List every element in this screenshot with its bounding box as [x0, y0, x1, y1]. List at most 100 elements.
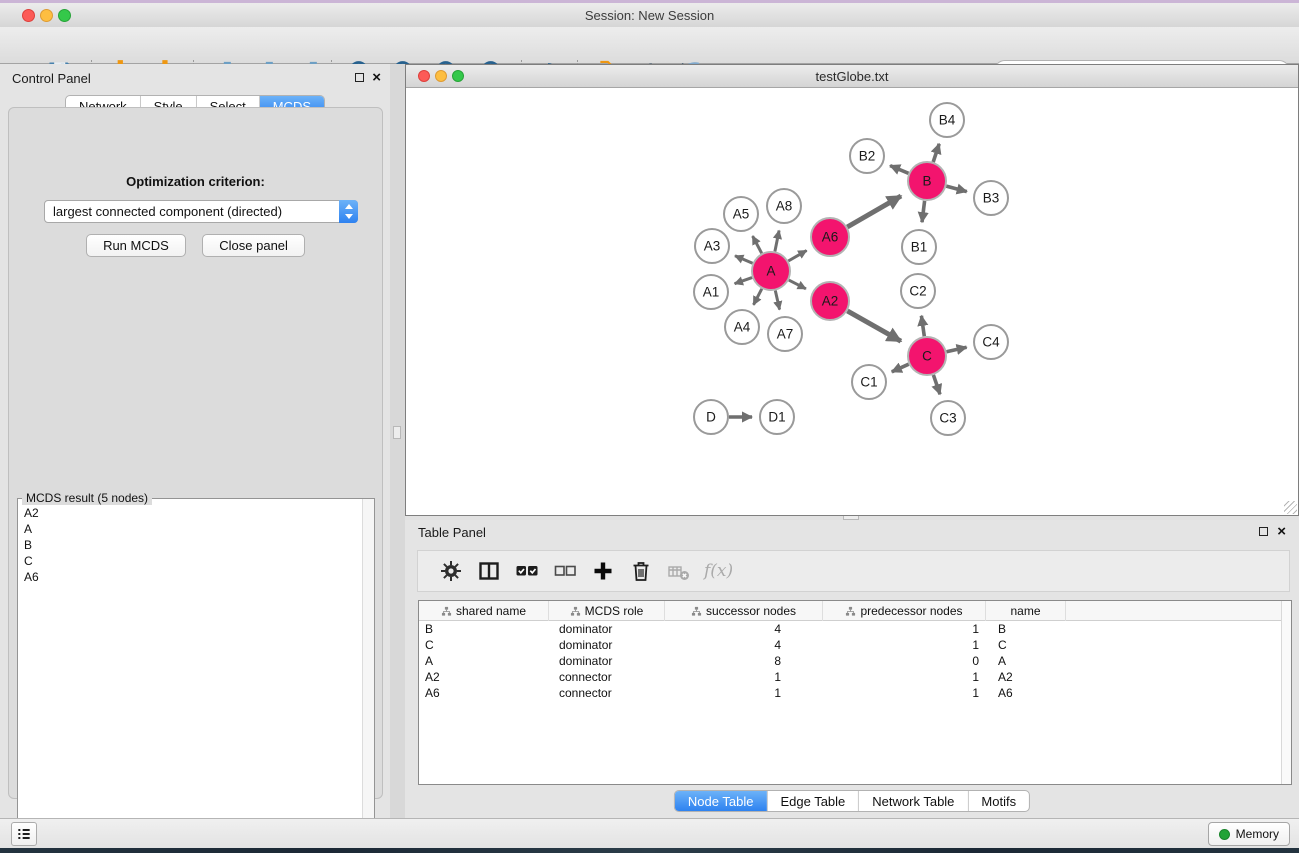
cell[interactable]: B [986, 621, 1066, 637]
vertical-splitter[interactable] [390, 64, 405, 818]
table-close-icon[interactable]: × [1277, 523, 1286, 541]
tab-motifs[interactable]: Motifs [967, 791, 1029, 811]
resize-grip-icon[interactable] [1284, 501, 1297, 514]
cell[interactable]: A [419, 653, 549, 669]
graph-edge-A-A6[interactable] [788, 251, 806, 262]
graph-edge-B-B1[interactable] [922, 201, 925, 222]
cell[interactable]: 0 [823, 653, 986, 669]
cell[interactable]: A2 [986, 669, 1066, 685]
table-float-icon[interactable] [1259, 527, 1268, 536]
graph-node-A4[interactable]: A4 [725, 310, 759, 344]
cell[interactable]: 1 [665, 669, 823, 685]
graph-edge-A6-B[interactable] [847, 196, 901, 227]
graph-edge-B-B2[interactable] [890, 166, 908, 174]
cell[interactable]: A6 [419, 685, 549, 701]
graph-node-A5[interactable]: A5 [724, 197, 758, 231]
graph-node-A8[interactable]: A8 [767, 189, 801, 223]
cell[interactable]: 1 [823, 669, 986, 685]
columns-button[interactable] [470, 554, 508, 588]
graph-node-B2[interactable]: B2 [850, 139, 884, 173]
cell[interactable]: connector [549, 685, 665, 701]
graph-edge-C-C2[interactable] [921, 316, 924, 336]
graph-node-A2[interactable]: A2 [811, 282, 849, 320]
column-header-predecessor-nodes[interactable]: predecessor nodes [823, 601, 986, 621]
graph-edge-A-A2[interactable] [789, 280, 806, 289]
graph-edge-A-A1[interactable] [735, 278, 753, 284]
column-header-shared-name[interactable]: shared name [419, 601, 549, 621]
cell[interactable]: dominator [549, 621, 665, 637]
graph-node-B1[interactable]: B1 [902, 230, 936, 264]
result-item[interactable]: B [19, 537, 361, 553]
table-row-A[interactable]: Adominator80A [419, 653, 1291, 669]
cell[interactable]: 4 [665, 621, 823, 637]
delete-row-button[interactable] [622, 554, 660, 588]
cell[interactable]: dominator [549, 637, 665, 653]
memory-button[interactable]: Memory [1208, 822, 1290, 846]
column-header-name[interactable]: name [986, 601, 1066, 621]
graph-node-C4[interactable]: C4 [974, 325, 1008, 359]
cell[interactable]: 1 [823, 637, 986, 653]
cell[interactable]: A [986, 653, 1066, 669]
graph-node-C2[interactable]: C2 [901, 274, 935, 308]
graph-node-A[interactable]: A [752, 252, 790, 290]
graph-edge-A2-C[interactable] [847, 311, 901, 341]
table-scrollbar[interactable] [1281, 601, 1291, 784]
tab-network-table[interactable]: Network Table [858, 791, 967, 811]
table-row-A2[interactable]: A2connector11A2 [419, 669, 1291, 685]
graph-node-D1[interactable]: D1 [760, 400, 794, 434]
graph-node-B3[interactable]: B3 [974, 181, 1008, 215]
splitter-handle[interactable] [393, 426, 401, 439]
cell[interactable]: C [419, 637, 549, 653]
close-panel-icon[interactable]: × [372, 69, 381, 87]
graph-edge-A-A4[interactable] [754, 289, 762, 305]
tab-node-table[interactable]: Node Table [675, 791, 767, 811]
network-window-titlebar[interactable]: testGlobe.txt [406, 65, 1298, 88]
cell[interactable]: A6 [986, 685, 1066, 701]
select-all-button[interactable] [508, 554, 546, 588]
cell[interactable]: 1 [823, 621, 986, 637]
cell[interactable]: 1 [823, 685, 986, 701]
graph-node-C1[interactable]: C1 [852, 365, 886, 399]
result-item[interactable]: A6 [19, 569, 361, 585]
graph-node-B[interactable]: B [908, 162, 946, 200]
graph-edge-C-C3[interactable] [933, 375, 940, 394]
graph-node-A6[interactable]: A6 [811, 218, 849, 256]
network-canvas[interactable]: A A1 A2 A3 A4 A5 A6 A7 A8 B B1 B2 B3 B4 C C1 C2 C3 C4 D D1 [406, 88, 1298, 515]
deselect-all-button[interactable] [546, 554, 584, 588]
graph-node-C3[interactable]: C3 [931, 401, 965, 435]
graph-node-A1[interactable]: A1 [694, 275, 728, 309]
result-scrollbar[interactable] [362, 499, 374, 834]
graph-node-A7[interactable]: A7 [768, 317, 802, 351]
cell[interactable]: 1 [665, 685, 823, 701]
column-header-mcds-role[interactable]: MCDS role [549, 601, 665, 621]
graph-edge-C-C4[interactable] [947, 347, 967, 351]
table-row-B[interactable]: Bdominator41B [419, 621, 1291, 637]
graph-edge-A-A8[interactable] [775, 231, 779, 252]
cell[interactable]: A2 [419, 669, 549, 685]
cell[interactable]: 4 [665, 637, 823, 653]
cell[interactable]: 8 [665, 653, 823, 669]
graph-edge-B-B4[interactable] [933, 144, 939, 162]
result-item[interactable]: A [19, 521, 361, 537]
graph-edge-A-A7[interactable] [775, 291, 779, 310]
table-row-A6[interactable]: A6connector11A6 [419, 685, 1291, 701]
task-history-button[interactable] [11, 822, 37, 846]
close-panel-button[interactable]: Close panel [202, 234, 305, 257]
mcds-result-list[interactable]: A2ABCA6 [19, 505, 361, 833]
optimization-dropdown[interactable]: largest connected component (directed) [44, 200, 358, 223]
graph-edge-A-A3[interactable] [735, 256, 753, 263]
graph-node-D[interactable]: D [694, 400, 728, 434]
graph-node-B4[interactable]: B4 [930, 103, 964, 137]
graph-edge-B-B3[interactable] [946, 186, 967, 192]
run-mcds-button[interactable]: Run MCDS [86, 234, 186, 257]
cell[interactable]: dominator [549, 653, 665, 669]
cell[interactable]: connector [549, 669, 665, 685]
graph-node-A3[interactable]: A3 [695, 229, 729, 263]
graph-edge-C-C1[interactable] [892, 364, 909, 372]
cell[interactable]: B [419, 621, 549, 637]
float-panel-icon[interactable] [355, 73, 364, 82]
column-header-successor-nodes[interactable]: successor nodes [665, 601, 823, 621]
add-row-button[interactable] [584, 554, 622, 588]
tab-edge-table[interactable]: Edge Table [766, 791, 858, 811]
graph-node-C[interactable]: C [908, 337, 946, 375]
